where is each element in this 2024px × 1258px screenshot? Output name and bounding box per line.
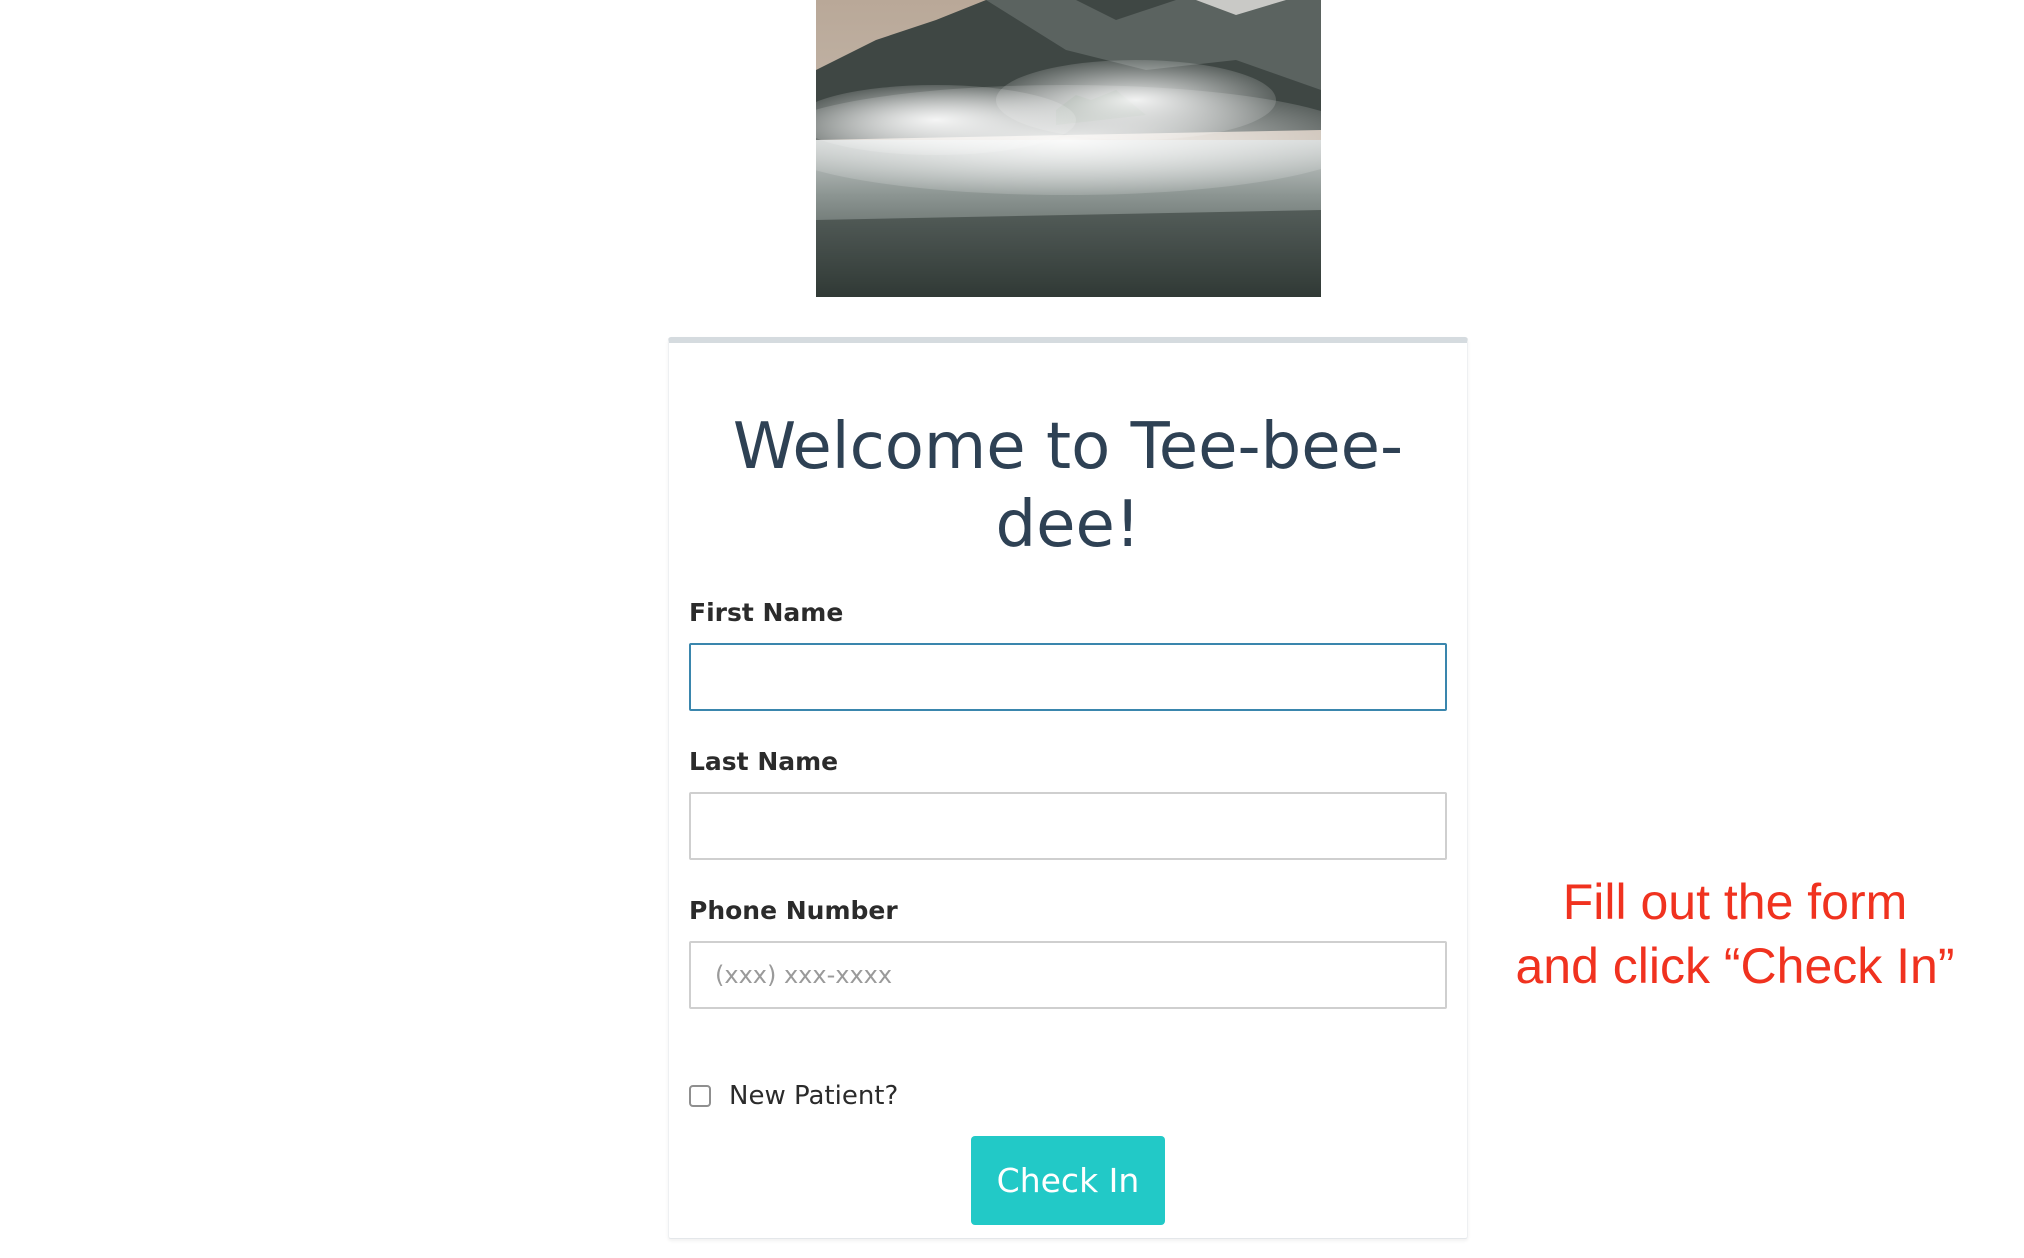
- last-name-label: Last Name: [689, 747, 839, 776]
- page-title-line-1: Welcome to Tee-bee-: [732, 410, 1404, 484]
- instruction-line-2: and click “Check In”: [1515, 938, 1955, 994]
- instruction-annotation: Fill out the form and click “Check In”: [1490, 870, 1980, 998]
- phone-number-input[interactable]: [689, 941, 1447, 1009]
- first-name-input[interactable]: [689, 643, 1447, 711]
- last-name-input[interactable]: [689, 792, 1447, 860]
- mountain-lake-image: [816, 0, 1321, 297]
- check-in-button[interactable]: Check In: [971, 1136, 1165, 1225]
- phone-number-label: Phone Number: [689, 896, 898, 925]
- first-name-label: First Name: [689, 598, 844, 627]
- page-title: Welcome to Tee-bee- dee!: [669, 408, 1467, 564]
- page-title-line-2: dee!: [995, 488, 1141, 562]
- checkin-card: Welcome to Tee-bee- dee! First Name Last…: [668, 337, 1468, 1239]
- new-patient-checkbox[interactable]: [689, 1085, 711, 1107]
- new-patient-row[interactable]: New Patient?: [689, 1081, 898, 1111]
- hero-image: [816, 0, 1321, 297]
- new-patient-label: New Patient?: [729, 1081, 899, 1111]
- instruction-line-1: Fill out the form: [1562, 874, 1908, 930]
